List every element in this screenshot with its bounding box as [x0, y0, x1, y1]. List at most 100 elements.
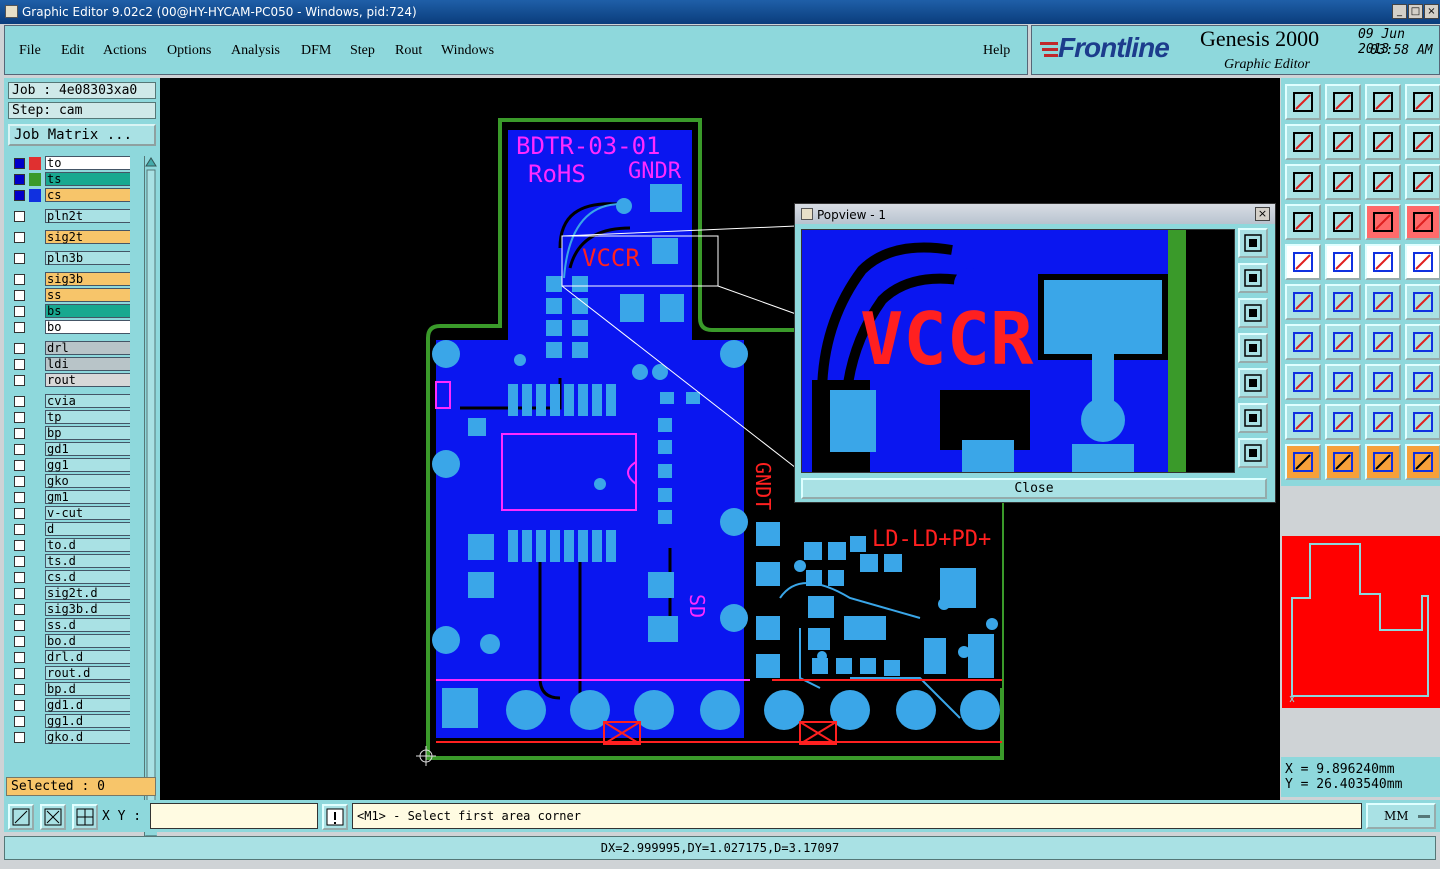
- layer-name[interactable]: sig2t.d: [45, 586, 130, 600]
- layer-color-swatch[interactable]: [29, 173, 41, 186]
- layer-row-ts.d[interactable]: ts.d: [10, 554, 130, 569]
- tool-zoom-window-button[interactable]: [1325, 124, 1361, 160]
- layer-row-ss.d[interactable]: ss.d: [10, 618, 130, 633]
- tool-open-job-button[interactable]: [1285, 84, 1321, 120]
- layer-row-drl[interactable]: drl: [10, 341, 130, 356]
- layer-checkbox[interactable]: [14, 732, 25, 743]
- layer-name[interactable]: gm1: [45, 490, 130, 504]
- layer-checkbox[interactable]: [14, 476, 25, 487]
- layer-checkbox[interactable]: [14, 604, 25, 615]
- tool-triangle-ref-button[interactable]: [1405, 404, 1440, 440]
- menu-file[interactable]: File: [19, 43, 41, 59]
- tool-measure-button[interactable]: [1325, 204, 1361, 240]
- layer-checkbox[interactable]: [14, 460, 25, 471]
- popview-pan-up-button[interactable]: [1238, 263, 1268, 293]
- menu-analysis[interactable]: Analysis: [231, 43, 280, 59]
- layer-row-ss[interactable]: ss: [10, 288, 130, 303]
- layer-checkbox[interactable]: [14, 556, 25, 567]
- layer-checkbox[interactable]: [14, 290, 25, 301]
- layer-name[interactable]: to: [45, 156, 130, 170]
- layer-row-gg1[interactable]: gg1: [10, 458, 130, 473]
- layer-name[interactable]: bp: [45, 426, 130, 440]
- layer-row-pln3b[interactable]: pln3b: [10, 251, 130, 266]
- menu-step[interactable]: Step: [350, 43, 375, 59]
- layer-name[interactable]: cvia: [45, 394, 130, 408]
- layer-row-sig2t.d[interactable]: sig2t.d: [10, 586, 130, 601]
- layer-row-sig2t[interactable]: sig2t: [10, 230, 130, 245]
- board-overview[interactable]: [1282, 536, 1440, 708]
- tool-ruler-button[interactable]: [1365, 244, 1401, 280]
- layer-checkbox[interactable]: [14, 190, 25, 201]
- layer-name[interactable]: bs: [45, 304, 130, 318]
- layer-name[interactable]: sig2t: [45, 230, 130, 244]
- layer-name[interactable]: drl.d: [45, 650, 130, 664]
- layer-row-gko[interactable]: gko: [10, 474, 130, 489]
- tool-group-button[interactable]: [1405, 364, 1440, 400]
- layer-row-bo[interactable]: bo: [10, 320, 130, 335]
- layer-name[interactable]: sig3b: [45, 272, 130, 286]
- layer-checkbox[interactable]: [14, 232, 25, 243]
- tool-zoom-home-button[interactable]: [1285, 124, 1321, 160]
- job-matrix-button[interactable]: Job Matrix ...: [8, 124, 156, 146]
- layer-checkbox[interactable]: [14, 572, 25, 583]
- menu-options[interactable]: Options: [167, 43, 211, 59]
- tool-triangle-dim-button[interactable]: [1365, 404, 1401, 440]
- layer-row-pln2t[interactable]: pln2t: [10, 209, 130, 224]
- layer-name[interactable]: gko: [45, 474, 130, 488]
- layer-row-gko.d[interactable]: gko.d: [10, 730, 130, 745]
- units-selector[interactable]: MM: [1366, 803, 1436, 829]
- layer-name[interactable]: pln3b: [45, 251, 130, 265]
- layer-name[interactable]: d: [45, 522, 130, 536]
- layer-row-bp.d[interactable]: bp.d: [10, 682, 130, 697]
- tool-line-draw-button[interactable]: [1325, 324, 1361, 360]
- tool-undo-button[interactable]: [1365, 124, 1401, 160]
- layer-name[interactable]: ldi: [45, 357, 130, 371]
- layer-row-rout[interactable]: rout: [10, 373, 130, 388]
- grid-mode-button[interactable]: [72, 804, 98, 830]
- layer-name[interactable]: ts: [45, 172, 130, 186]
- layer-name[interactable]: gg1: [45, 458, 130, 472]
- layer-checkbox[interactable]: [14, 540, 25, 551]
- layer-checkbox[interactable]: [14, 636, 25, 647]
- layer-row-ldi[interactable]: ldi: [10, 357, 130, 372]
- layer-checkbox[interactable]: [14, 716, 25, 727]
- layer-name[interactable]: v-cut: [45, 506, 130, 520]
- minimize-button[interactable]: _: [1392, 4, 1407, 19]
- tool-help-button[interactable]: [1405, 164, 1440, 200]
- layer-row-tp[interactable]: tp: [10, 410, 130, 425]
- layer-row-to[interactable]: to: [10, 156, 130, 171]
- tool-layer-stack-button[interactable]: [1365, 204, 1401, 240]
- layer-name[interactable]: tp: [45, 410, 130, 424]
- layer-row-to.d[interactable]: to.d: [10, 538, 130, 553]
- layer-row-gm1[interactable]: gm1: [10, 490, 130, 505]
- tool-redo-button[interactable]: [1405, 124, 1440, 160]
- maximize-button[interactable]: □: [1408, 4, 1423, 19]
- tool-select-pointer-button[interactable]: [1285, 444, 1321, 480]
- tool-snap-settings-button[interactable]: [1285, 204, 1321, 240]
- layer-name[interactable]: bp.d: [45, 682, 130, 696]
- tool-pad-select-button[interactable]: [1285, 364, 1321, 400]
- layer-row-cs[interactable]: cs: [10, 188, 130, 203]
- tool-polygon-button[interactable]: [1325, 244, 1361, 280]
- popview-viewport[interactable]: VCCR: [801, 229, 1235, 473]
- tool-select-box-button[interactable]: [1325, 444, 1361, 480]
- layer-row-gg1.d[interactable]: gg1.d: [10, 714, 130, 729]
- tool-move-pads-button[interactable]: [1365, 284, 1401, 320]
- layer-name[interactable]: gko.d: [45, 730, 130, 744]
- menu-help[interactable]: Help: [983, 43, 1010, 59]
- tool-split-view-button[interactable]: [1405, 84, 1440, 120]
- layer-checkbox[interactable]: [14, 396, 25, 407]
- tool-select-route-button[interactable]: [1405, 444, 1440, 480]
- tool-triangle-button[interactable]: [1325, 404, 1361, 440]
- menu-windows[interactable]: Windows: [441, 43, 494, 59]
- layer-name[interactable]: ss.d: [45, 618, 130, 632]
- layer-color-swatch[interactable]: [29, 157, 41, 170]
- tool-pad-add-button[interactable]: [1285, 244, 1321, 280]
- layer-name[interactable]: cs.d: [45, 570, 130, 584]
- layer-name[interactable]: bo.d: [45, 634, 130, 648]
- layer-row-cvia[interactable]: cvia: [10, 394, 130, 409]
- xy-input[interactable]: [150, 803, 318, 829]
- layer-name[interactable]: gd1.d: [45, 698, 130, 712]
- layer-name[interactable]: ts.d: [45, 554, 130, 568]
- layer-row-rout.d[interactable]: rout.d: [10, 666, 130, 681]
